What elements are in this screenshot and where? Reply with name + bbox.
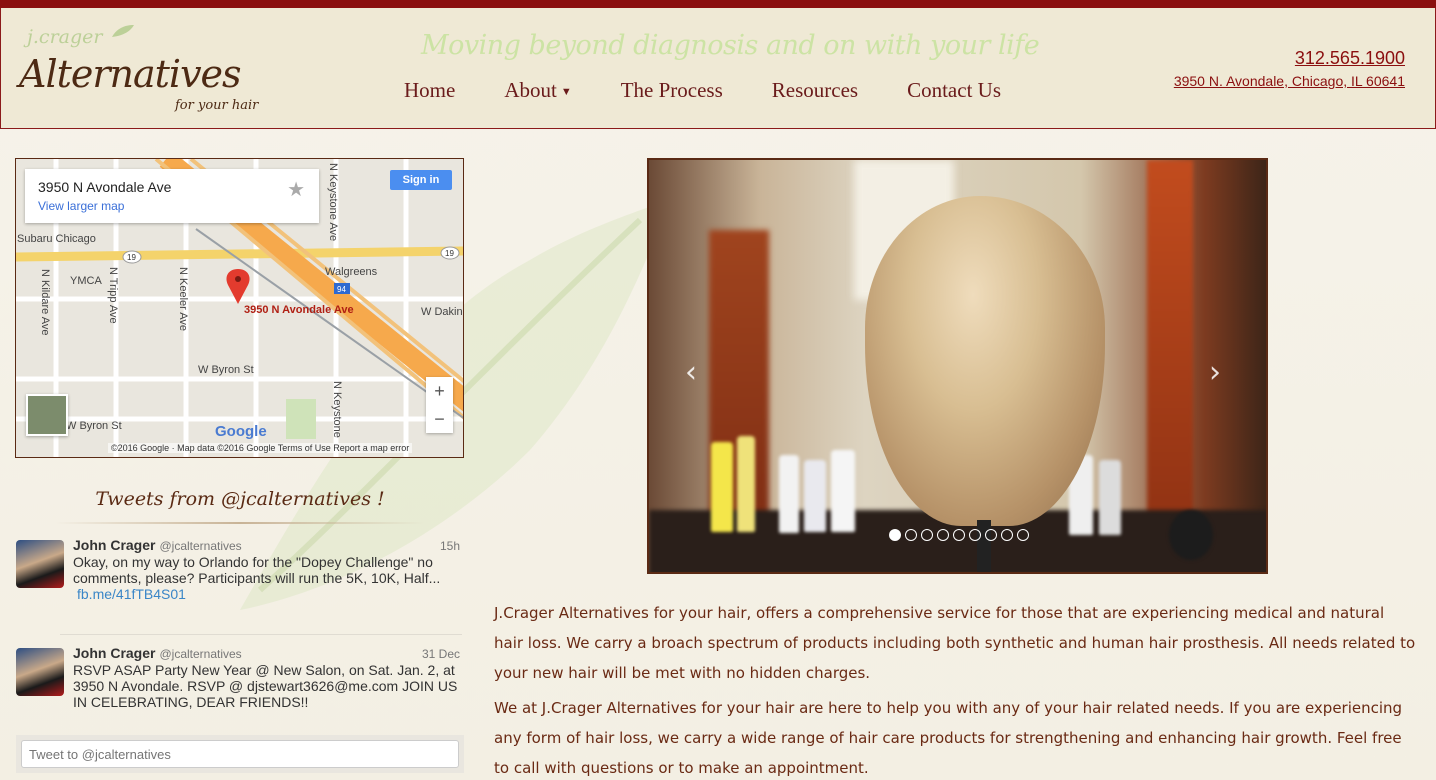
tweet-author: John Crager @jcalternatives xyxy=(73,537,242,553)
zoom-in-button[interactable]: + xyxy=(426,377,453,405)
header-contact: 312.565.1900 3950 N. Avondale, Chicago, … xyxy=(1174,48,1405,89)
nav-contact-us[interactable]: Contact Us xyxy=(907,78,1001,103)
map-label-ymca: YMCA xyxy=(70,275,102,287)
nav-about-label: About xyxy=(504,78,557,102)
main-nav: Home About ▼ The Process Resources Contac… xyxy=(404,78,1050,103)
site-logo[interactable]: j.crager Alternatives for your hair xyxy=(19,22,269,122)
embedded-map[interactable]: Subaru Chicago YMCA Walgreens W Byron St… xyxy=(15,158,464,458)
carousel-indicator-dot[interactable] xyxy=(1017,529,1029,541)
site-header: j.crager Alternatives for your hair Movi… xyxy=(0,8,1436,129)
carousel-indicator-dot[interactable] xyxy=(969,529,981,541)
tweet-separator xyxy=(60,634,462,635)
avatar[interactable] xyxy=(16,648,64,696)
tweet-time[interactable]: 15h xyxy=(440,539,460,553)
tweet-compose-box xyxy=(16,735,464,773)
carousel-bg-bottle xyxy=(831,450,855,532)
tweet-author: John Crager @jcalternatives xyxy=(73,645,242,661)
carousel-indicator-dot[interactable] xyxy=(937,529,949,541)
nav-about[interactable]: About ▼ xyxy=(504,78,571,103)
map-footer[interactable]: ©2016 Google · Map data ©2016 Google Ter… xyxy=(108,443,413,453)
carousel-indicator-dot[interactable] xyxy=(889,529,901,541)
logo-small-text: j.crager xyxy=(27,26,103,48)
carousel-next-button[interactable]: › xyxy=(1209,355,1221,390)
google-logo: Google xyxy=(215,423,267,440)
map-hwy-19a: 19 xyxy=(127,253,136,262)
map-label-byron-mid: W Byron St xyxy=(198,364,254,376)
carousel-bg-bottle xyxy=(1169,510,1213,560)
address-link[interactable]: 3950 N. Avondale, Chicago, IL 60641 xyxy=(1174,73,1405,89)
view-larger-map-link[interactable]: View larger map xyxy=(38,199,124,213)
tweet-author-name[interactable]: John Crager xyxy=(73,645,155,661)
tweet-author-name[interactable]: John Crager xyxy=(73,537,155,553)
tweet-time[interactable]: 31 Dec xyxy=(422,647,460,661)
map-sign-in-button[interactable]: Sign in xyxy=(390,170,452,190)
map-label-dakin: W Dakin xyxy=(421,306,463,318)
carousel-prev-button[interactable]: ‹ xyxy=(685,355,697,390)
map-label-keystone-bottom: N Keystone xyxy=(331,381,343,438)
tweets-divider xyxy=(55,522,425,524)
tweet-compose-input[interactable] xyxy=(21,740,459,768)
star-icon[interactable]: ★ xyxy=(287,177,305,202)
tweet-body: Okay, on my way to Orlando for the "Dope… xyxy=(73,554,463,602)
chevron-down-icon: ▼ xyxy=(560,86,572,99)
map-label-tripp: N Tripp Ave xyxy=(107,267,119,324)
carousel-bg-bottle xyxy=(711,442,733,532)
map-pin-label: 3950 N Avondale Ave xyxy=(244,304,354,316)
description-paragraph-2: We at J.Crager Alternatives for your hai… xyxy=(494,699,1403,777)
phone-link[interactable]: 312.565.1900 xyxy=(1174,48,1405,69)
map-hwy-19b: 19 xyxy=(445,249,454,258)
tweet-text: Okay, on my way to Orlando for the "Dope… xyxy=(73,554,441,586)
map-label-kildare: N Kildare Ave xyxy=(39,269,51,335)
nav-home[interactable]: Home xyxy=(404,78,455,103)
avatar[interactable] xyxy=(16,540,64,588)
carousel-bg-bottle xyxy=(737,436,755,532)
nav-resources[interactable]: Resources xyxy=(772,78,858,103)
carousel-bg-bottle xyxy=(779,455,799,533)
carousel-indicator-dot[interactable] xyxy=(1001,529,1013,541)
logo-main-text: Alternatives xyxy=(19,52,242,96)
tweet-link[interactable]: fb.me/41fTB4S01 xyxy=(77,586,463,602)
carousel-slide-wig xyxy=(865,196,1105,526)
image-carousel[interactable]: ‹ › xyxy=(647,158,1268,574)
carousel-indicator-dot[interactable] xyxy=(921,529,933,541)
zoom-out-button[interactable]: − xyxy=(426,405,453,433)
tweet-handle[interactable]: @jcalternatives xyxy=(159,539,241,553)
top-accent-bar xyxy=(0,0,1436,8)
description: J.Crager Alternatives for your hair, off… xyxy=(494,598,1416,780)
map-label-keeler: N Keeler Ave xyxy=(177,267,189,331)
carousel-indicator-dot[interactable] xyxy=(953,529,965,541)
map-zoom-control: + − xyxy=(426,377,453,433)
map-label-keystone-top: N Keystone Ave xyxy=(327,163,339,241)
description-paragraph-1: J.Crager Alternatives for your hair, off… xyxy=(494,604,1416,682)
map-label-walgreens: Walgreens xyxy=(325,266,378,278)
logo-tagline-text: for your hair xyxy=(175,98,259,113)
carousel-indicators xyxy=(889,529,1029,541)
tweets-heading: Tweets from @jcalternatives ! xyxy=(95,488,385,510)
logo-leaf-icon xyxy=(112,25,134,37)
map-hwy-94: 94 xyxy=(337,285,346,294)
tweet-body: RSVP ASAP Party New Year @ New Salon, on… xyxy=(73,662,463,710)
carousel-bg-bottle xyxy=(804,460,826,532)
nav-the-process[interactable]: The Process xyxy=(621,78,723,103)
satellite-toggle-button[interactable] xyxy=(26,394,68,436)
map-info-card: 3950 N Avondale Ave View larger map ★ xyxy=(25,169,319,223)
carousel-indicator-dot[interactable] xyxy=(985,529,997,541)
tweet-handle[interactable]: @jcalternatives xyxy=(159,647,241,661)
map-card-address: 3950 N Avondale Ave xyxy=(38,179,172,195)
carousel-bg-bottle xyxy=(1099,460,1121,535)
tweet-text: RSVP ASAP Party New Year @ New Salon, on… xyxy=(73,662,458,710)
map-label-byron-left: W Byron St xyxy=(66,420,122,432)
header-tagline: Moving beyond diagnosis and on with your… xyxy=(421,30,1040,61)
map-label-subaru: Subaru Chicago xyxy=(17,233,96,245)
carousel-indicator-dot[interactable] xyxy=(905,529,917,541)
